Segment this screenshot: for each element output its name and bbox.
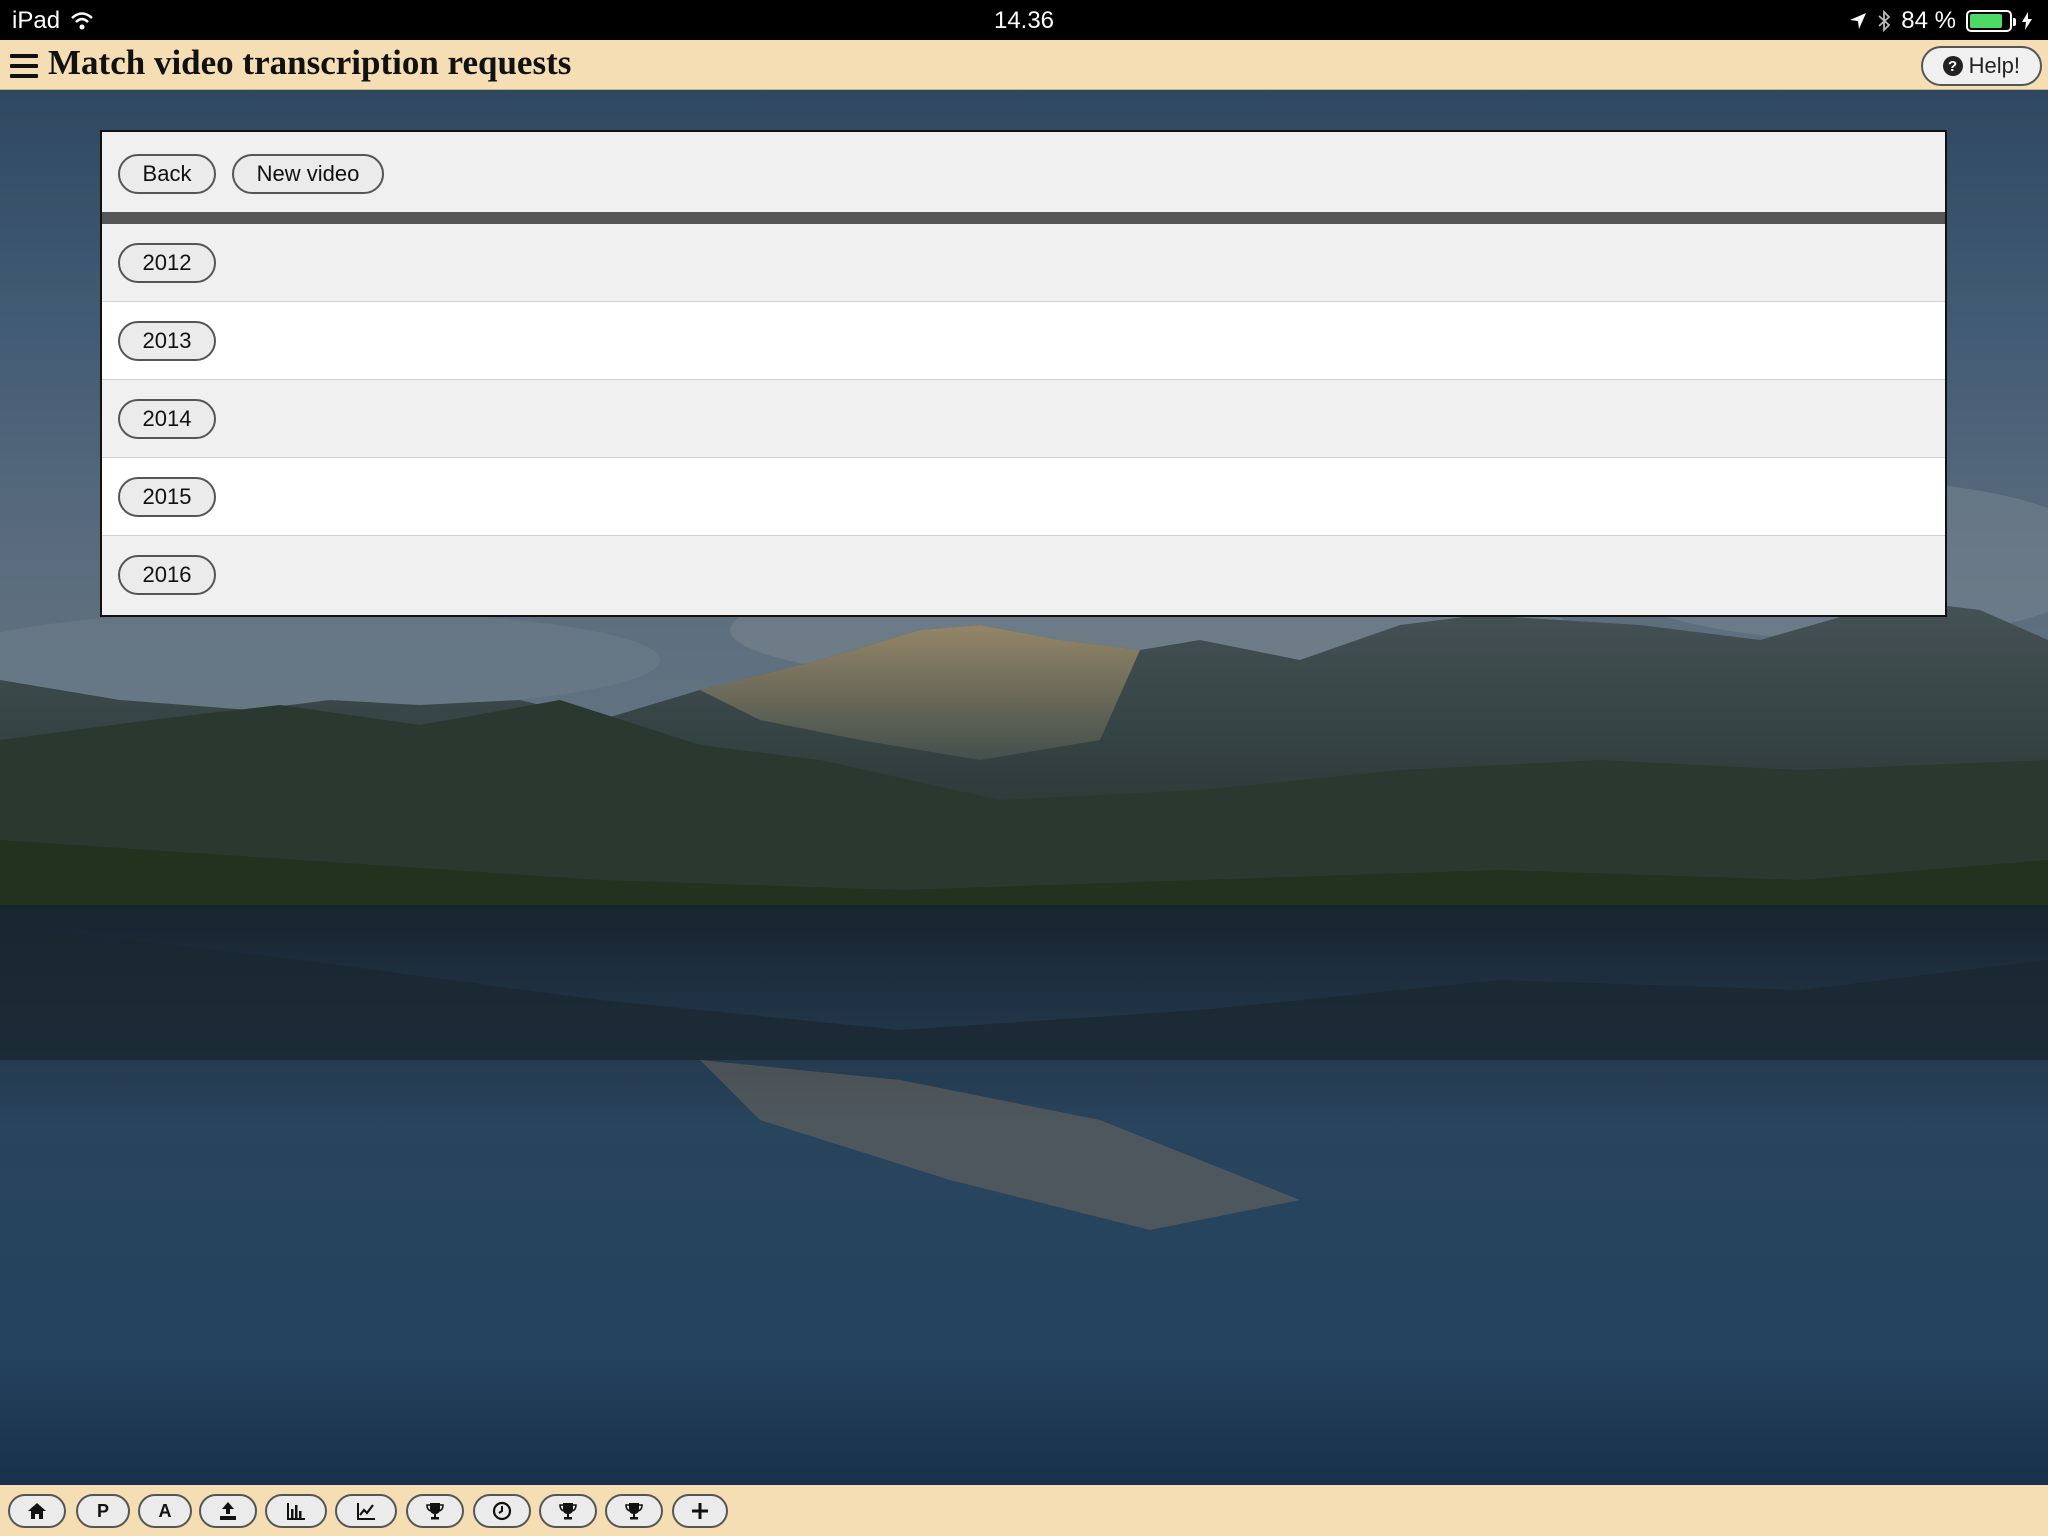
plus-icon: [692, 1503, 708, 1519]
charging-bolt-icon: [2022, 12, 2032, 30]
year-button[interactable]: 2013: [118, 321, 216, 361]
list-item: 2014: [102, 380, 1945, 458]
battery-percent: 84 %: [1901, 7, 1956, 34]
add-button[interactable]: [672, 1494, 728, 1528]
help-label: Help!: [1968, 53, 2020, 78]
status-bar: iPad 14.36 84 %: [0, 0, 2048, 40]
battery-fill: [1970, 14, 2002, 28]
list-item: 2013: [102, 302, 1945, 380]
year-list-panel: Back New video 2012 2013 2014 2015 2016: [100, 130, 1947, 617]
page-title: Match video transcription requests: [48, 43, 572, 82]
list-item: 2012: [102, 224, 1945, 302]
list-item: 2015: [102, 458, 1945, 536]
trophy-button[interactable]: [406, 1494, 464, 1528]
panel-toolbar: Back New video: [102, 132, 1945, 224]
trophy-icon: [559, 1503, 577, 1520]
a-button[interactable]: A: [138, 1494, 192, 1528]
list-item: 2016: [102, 536, 1945, 614]
clock-button[interactable]: [473, 1494, 531, 1528]
clock: 14.36: [993, 7, 1055, 34]
p-button[interactable]: P: [76, 1494, 130, 1528]
clock-icon: [492, 1501, 512, 1521]
trophy-icon: [625, 1503, 643, 1520]
bar-chart-icon: [287, 1503, 305, 1520]
trophy-button-3[interactable]: [605, 1494, 663, 1528]
a-label: A: [158, 1500, 172, 1521]
line-chart-icon: [357, 1503, 375, 1520]
battery-icon: [1966, 10, 2016, 32]
year-button[interactable]: 2012: [118, 243, 216, 283]
question-circle-icon: ?: [1942, 56, 1963, 76]
bar-chart-button[interactable]: [265, 1494, 327, 1528]
app-header: Match video transcription requests ? Hel…: [0, 40, 2048, 90]
year-button[interactable]: 2015: [118, 477, 216, 517]
upload-button[interactable]: [199, 1494, 257, 1528]
new-video-button[interactable]: New video: [232, 154, 384, 194]
location-arrow-icon: [1850, 13, 1867, 29]
status-right: 84 %: [1849, 7, 2032, 35]
help-button[interactable]: ? Help!: [1920, 46, 2042, 86]
p-label: P: [96, 1500, 109, 1521]
year-button[interactable]: 2016: [118, 555, 216, 595]
bottom-toolbar: P A: [0, 1485, 2048, 1536]
line-chart-button[interactable]: [335, 1494, 397, 1528]
trophy-button-2[interactable]: [539, 1494, 597, 1528]
bluetooth-icon: [1878, 10, 1891, 32]
hamburger-menu-icon[interactable]: [10, 54, 38, 80]
back-button[interactable]: Back: [118, 154, 216, 194]
trophy-icon: [426, 1503, 444, 1520]
home-button[interactable]: [8, 1494, 66, 1528]
home-icon: [28, 1503, 46, 1519]
year-button[interactable]: 2014: [118, 399, 216, 439]
upload-icon: [220, 1502, 236, 1520]
